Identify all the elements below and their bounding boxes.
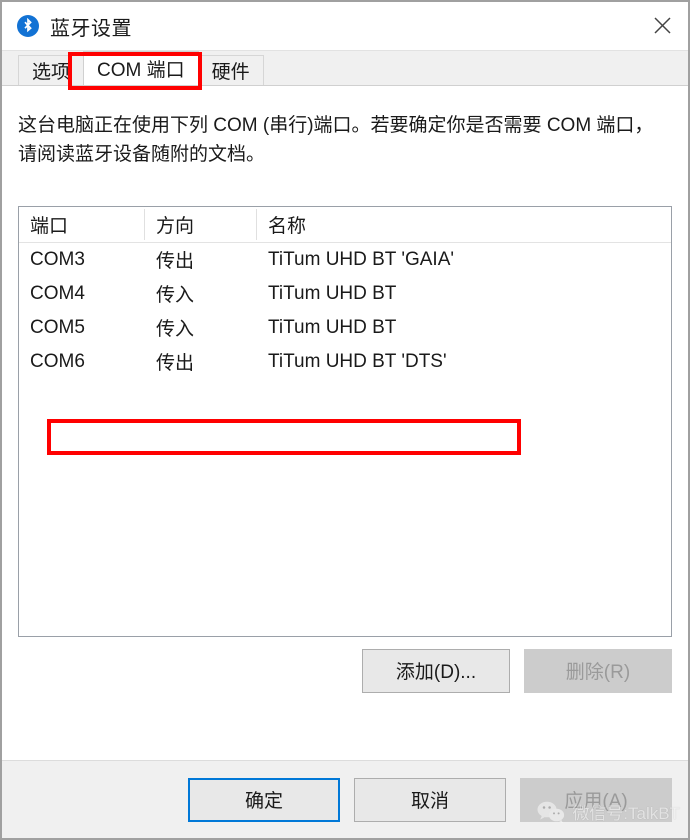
table-row[interactable]: COM5 传入 TiTum UHD BT — [19, 311, 671, 345]
list-action-bar: 添加(D)... 删除(R) — [18, 648, 672, 693]
cell-name: TiTum UHD BT 'GAIA' — [268, 248, 455, 270]
cell-port: COM5 — [30, 316, 85, 338]
add-button[interactable]: 添加(D)... — [362, 648, 510, 693]
com-ports-listbox[interactable]: 端口 方向 名称 COM3 传出 TiTum UHD BT 'GAIA' COM… — [18, 205, 672, 637]
tab-page-com-ports: 这台电脑正在使用下列 COM (串行)端口。若要确定你是否需要 COM 端口，请… — [2, 85, 688, 760]
close-icon[interactable] — [636, 2, 688, 48]
cancel-button[interactable]: 取消 — [354, 777, 506, 822]
cell-direction: 传出 — [156, 353, 195, 375]
tab-options[interactable]: 选项 — [18, 55, 85, 85]
cell-direction: 传入 — [156, 285, 195, 307]
tab-com-ports[interactable]: COM 端口 — [83, 51, 199, 85]
column-header-direction[interactable]: 方向 — [145, 208, 257, 240]
tab-strip: 选项 COM 端口 硬件 — [2, 50, 688, 85]
cell-name: TiTum UHD BT 'DTS' — [268, 350, 447, 372]
title-bar: 蓝牙设置 — [2, 2, 688, 50]
cell-port: COM4 — [30, 282, 85, 304]
apply-button[interactable]: 应用(A) — [520, 777, 672, 822]
cell-port: COM6 — [30, 350, 85, 372]
cell-name: TiTum UHD BT — [268, 316, 397, 338]
cell-direction: 传入 — [156, 319, 195, 341]
window-title: 蓝牙设置 — [50, 17, 132, 40]
remove-button[interactable]: 删除(R) — [524, 648, 672, 693]
table-row[interactable]: COM4 传入 TiTum UHD BT — [19, 277, 671, 311]
title-bar-left: 蓝牙设置 — [2, 12, 132, 41]
dialog-footer: 确定 取消 应用(A) 微信号:TalkBT — [2, 760, 688, 838]
bluetooth-settings-dialog: 蓝牙设置 选项 COM 端口 硬件 这台电脑正在使用下列 COM (串行)端口。… — [0, 0, 690, 840]
column-header-port[interactable]: 端口 — [19, 208, 145, 240]
page-description: 这台电脑正在使用下列 COM (串行)端口。若要确定你是否需要 COM 端口，请… — [18, 115, 654, 165]
table-row[interactable]: COM6 传出 TiTum UHD BT 'DTS' — [19, 345, 671, 379]
listbox-header: 端口 方向 名称 — [19, 207, 671, 243]
cell-direction: 传出 — [156, 251, 195, 273]
tab-hardware[interactable]: 硬件 — [197, 55, 264, 85]
table-row[interactable]: COM3 传出 TiTum UHD BT 'GAIA' — [19, 243, 671, 277]
cell-name: TiTum UHD BT — [268, 282, 397, 304]
cell-port: COM3 — [30, 248, 85, 270]
bluetooth-icon — [17, 15, 39, 37]
column-header-name[interactable]: 名称 — [257, 209, 671, 240]
ok-button[interactable]: 确定 — [188, 777, 340, 822]
